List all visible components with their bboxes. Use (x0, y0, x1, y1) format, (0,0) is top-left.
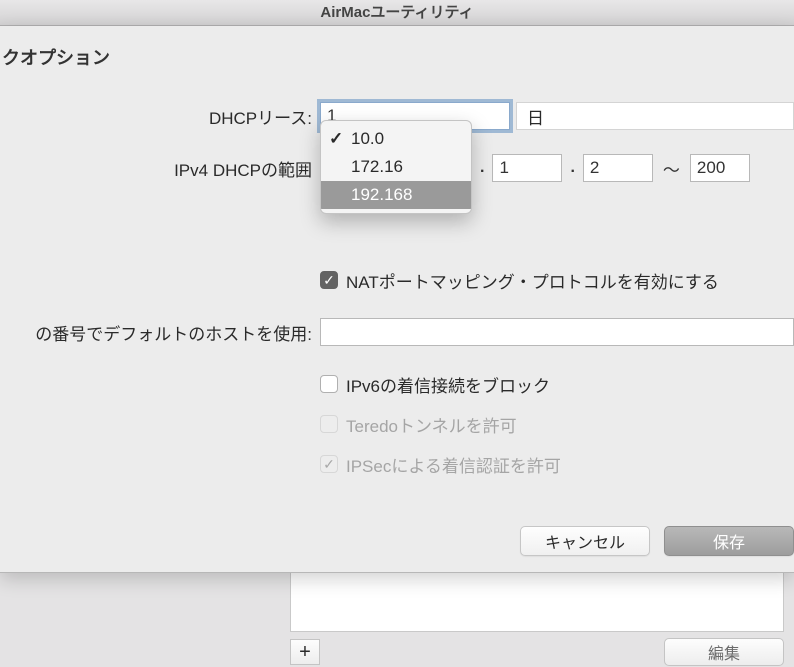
ipsec-checkbox: ✓ (320, 455, 338, 473)
add-button[interactable]: + (290, 639, 320, 665)
nat-row: ✓ NATポートマッピング・プロトコルを有効にする (0, 264, 794, 296)
teredo-label: Teredoトンネルを許可 (346, 412, 517, 437)
edit-button[interactable]: 編集 (664, 638, 784, 666)
options-sheet: クオプション DHCPリース: 日 IPv4 DHCPの範囲 10.0 172.… (0, 26, 794, 573)
ipsec-label: IPSecによる着信認証を許可 (346, 452, 561, 477)
ipsec-row: ✓ IPSecによる着信認証を許可 (0, 448, 794, 480)
nat-pmp-checkbox[interactable]: ✓ (320, 271, 338, 289)
dhcp-range-option-172-16[interactable]: 172.16 (321, 153, 471, 181)
dhcp-range-second-octet[interactable] (492, 154, 562, 182)
tilde-separator: 〜 (663, 156, 680, 181)
teredo-checkbox (320, 415, 338, 433)
dhcp-range-option-10-0[interactable]: 10.0 (321, 125, 471, 153)
section-title: クオプション (0, 44, 794, 70)
dhcp-range-start-host[interactable] (583, 154, 653, 182)
dhcp-range-end-host[interactable] (690, 154, 750, 182)
ipv6-block-label: IPv6の着信接続をブロック (346, 372, 550, 397)
save-button[interactable]: 保存 (664, 526, 794, 556)
dialog-button-row: キャンセル 保存 (0, 500, 794, 560)
ipv6-block-checkbox[interactable] (320, 375, 338, 393)
dhcp-range-option-192-168[interactable]: 192.168 (321, 181, 471, 209)
cancel-button[interactable]: キャンセル (520, 526, 650, 556)
teredo-row: Teredoトンネルを許可 (0, 408, 794, 440)
window-title: AirMacユーティリティ (0, 0, 794, 26)
dhcp-range-prefix-popup[interactable]: 10.0 172.16 192.168 (320, 120, 472, 214)
dot-separator: . (570, 159, 574, 177)
ipv6-block-row: IPv6の着信接続をブロック (0, 368, 794, 400)
default-host-input[interactable] (320, 318, 794, 346)
dhcp-lease-label: DHCPリース: (0, 104, 320, 129)
dhcp-range-row: IPv4 DHCPの範囲 10.0 172.16 192.168 . . 〜 (0, 152, 794, 184)
window: AirMacユーティリティ + 編集 クオプション DHCPリース: 日 IPv… (0, 0, 794, 667)
lower-panel: + 編集 (0, 560, 794, 666)
dhcp-range-label: IPv4 DHCPの範囲 (0, 156, 320, 181)
nat-pmp-label: NATポートマッピング・プロトコルを有効にする (346, 268, 719, 293)
dot-separator: . (480, 159, 484, 177)
default-host-label: の番号でデフォルトのホストを使用: (0, 320, 320, 345)
default-host-row: の番号でデフォルトのホストを使用: (0, 316, 794, 348)
dhcp-lease-unit-select[interactable]: 日 (516, 102, 794, 130)
